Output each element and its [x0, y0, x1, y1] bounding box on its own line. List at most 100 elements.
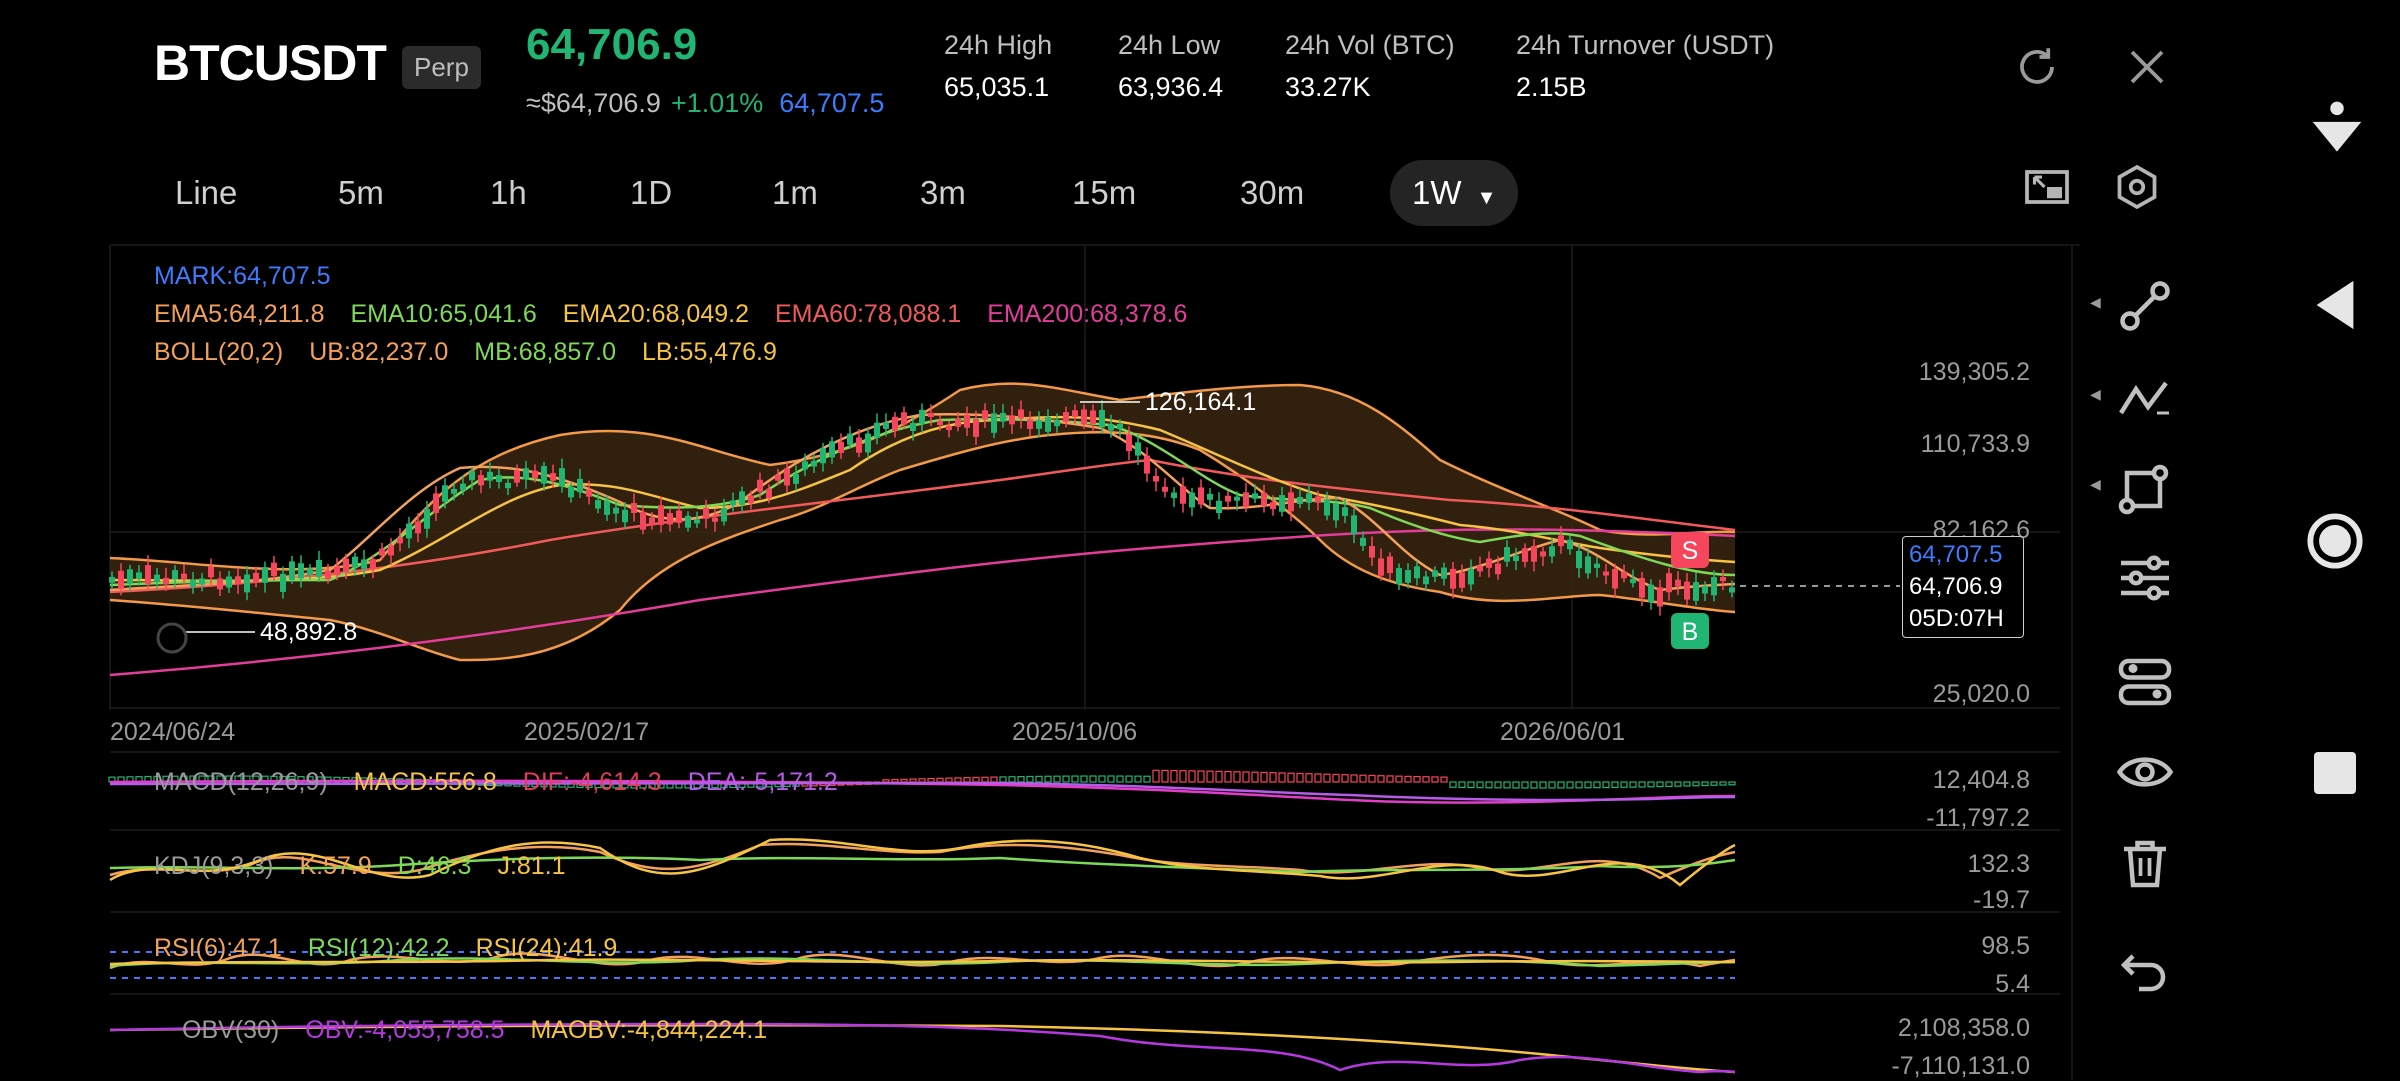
candle-body: [829, 441, 835, 458]
macd-bar: [1188, 770, 1196, 783]
tf-line[interactable]: Line: [165, 160, 247, 226]
fullscreen-icon[interactable]: [2022, 162, 2072, 212]
macd-bar: [963, 777, 971, 783]
macd-bar: [918, 778, 926, 783]
trash-icon[interactable]: [2115, 834, 2175, 894]
candle-body: [1288, 492, 1294, 512]
candle-body: [118, 570, 124, 589]
candle-body: [1621, 571, 1627, 579]
candle-body: [640, 511, 646, 530]
x-tick-1: 2024/06/24: [110, 718, 236, 746]
adjust-icon[interactable]: [2115, 548, 2175, 608]
candle-body: [487, 471, 493, 481]
obv-value: OBV:-4,055,758.5: [305, 1016, 505, 1044]
candle-body: [955, 418, 961, 427]
y-tick-2: 110,733.9: [1920, 430, 2030, 458]
macd-title: MACD(12,26,9): [154, 768, 328, 796]
candle-body: [496, 475, 502, 482]
candle-body: [775, 474, 781, 481]
macd-bar: [1422, 776, 1430, 783]
macd-bar: [1395, 775, 1403, 783]
candle-body: [694, 519, 700, 524]
candle-body: [1279, 495, 1285, 512]
candle-body: [730, 500, 736, 506]
macd-value: MACD:556.8: [353, 768, 497, 796]
kdj-y-bottom: -19.7: [1973, 886, 2030, 914]
tf-1w-active[interactable]: 1W ▼: [1390, 160, 1519, 226]
macd-bar: [1458, 781, 1466, 789]
macd-bar: [1053, 775, 1061, 783]
candle-body: [1450, 568, 1456, 589]
candle-body: [721, 508, 727, 522]
candle-body: [1198, 487, 1204, 505]
macd-bar: [1440, 776, 1448, 783]
candle-body: [307, 568, 313, 576]
candle-body: [316, 559, 322, 578]
candle-body: [442, 485, 448, 502]
candle-body: [1504, 547, 1510, 562]
boll-lb: LB:55,476.9: [642, 338, 777, 366]
candle-body: [982, 410, 988, 420]
tool-expand-arrow[interactable]: ◀: [2090, 294, 2101, 311]
y-tick-4: 25,020.0: [1932, 680, 2030, 708]
eye-icon[interactable]: [2115, 742, 2175, 802]
tf-30m[interactable]: 30m: [1230, 160, 1314, 226]
tf-15m[interactable]: 15m: [1062, 160, 1146, 226]
candle-body: [820, 448, 826, 464]
candle-body: [1423, 576, 1429, 585]
indicators-icon[interactable]: [2115, 652, 2175, 712]
home-icon[interactable]: [2306, 512, 2364, 570]
symbol-title[interactable]: BTCUSDT: [154, 34, 387, 92]
tf-1d[interactable]: 1D: [620, 160, 682, 226]
tf-5m[interactable]: 5m: [328, 160, 394, 226]
candle-body: [595, 500, 601, 509]
candle-body: [1045, 416, 1051, 432]
macd-bar: [1728, 781, 1736, 786]
macd-bar: [1071, 775, 1079, 783]
back-icon[interactable]: [2312, 278, 2358, 332]
candle-body: [811, 460, 817, 467]
tf-1h[interactable]: 1h: [480, 160, 537, 226]
high-label: 126,164.1: [1145, 388, 1256, 416]
refresh-icon[interactable]: [2012, 42, 2062, 92]
macd-bar: [1656, 781, 1664, 788]
maobv-value: MAOBV:-4,844,224.1: [530, 1016, 768, 1044]
candle-body: [622, 509, 628, 523]
undo-icon[interactable]: [2115, 938, 2175, 998]
tool-expand-arrow-2[interactable]: ◀: [2090, 386, 2101, 403]
macd-bar: [1710, 781, 1718, 786]
rsi-y-bottom: 5.4: [1995, 970, 2030, 998]
candle-body: [1261, 492, 1267, 506]
candle-body: [1234, 496, 1240, 501]
shape-tool-icon[interactable]: [2115, 458, 2175, 518]
kdj-d: D:46.3: [397, 852, 472, 880]
settings-icon[interactable]: [2112, 162, 2162, 212]
candle-body: [649, 517, 655, 526]
candle-body: [154, 574, 160, 582]
obv-y-bottom: -7,110,131.0: [1891, 1052, 2030, 1080]
macd-bar: [1206, 770, 1214, 783]
accessibility-icon[interactable]: [2310, 100, 2364, 160]
candle-body: [541, 465, 547, 484]
candle-body: [658, 505, 664, 525]
tf-3m[interactable]: 3m: [910, 160, 976, 226]
boll-legend: BOLL(20,2) UB:82,237.0 MB:68,857.0 LB:55,47…: [154, 338, 777, 367]
candle-body: [1063, 412, 1069, 422]
macd-bar: [1719, 781, 1727, 786]
candle-body: [1531, 545, 1537, 562]
recents-icon[interactable]: [2314, 752, 2356, 794]
macd-bar: [927, 777, 935, 783]
low-label: 48,892.8: [260, 618, 357, 646]
mark-legend: MARK:64,707.5: [154, 262, 331, 290]
link-tool-icon[interactable]: [2115, 276, 2175, 336]
macd-bar: [1557, 781, 1565, 789]
tf-1m[interactable]: 1m: [762, 160, 828, 226]
candle-body: [1252, 493, 1258, 499]
tool-expand-arrow-3[interactable]: ◀: [2090, 476, 2101, 493]
macd-bar: [1530, 781, 1538, 789]
candle-body: [1630, 578, 1636, 584]
stat-vol-value: 33.27K: [1285, 72, 1371, 102]
fib-tool-icon[interactable]: [2115, 368, 2175, 428]
close-icon[interactable]: [2122, 42, 2172, 92]
candle-body: [1171, 492, 1177, 499]
